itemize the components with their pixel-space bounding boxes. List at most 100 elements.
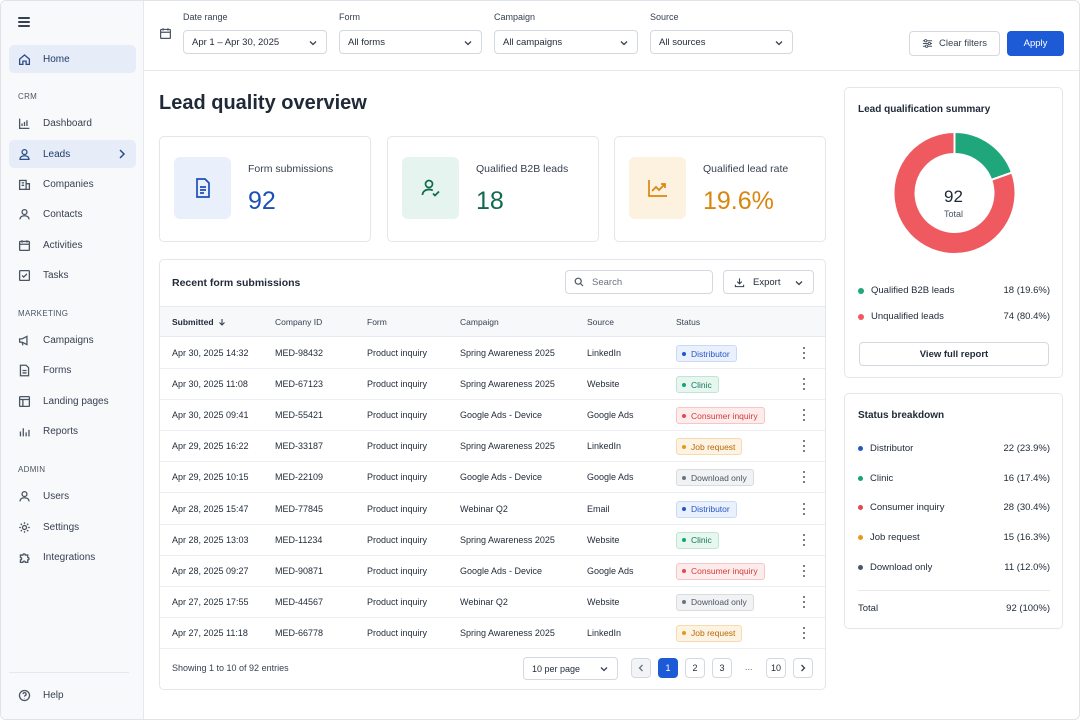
page-button-2[interactable]: 2: [685, 658, 705, 678]
status-badge: Consumer inquiry: [676, 407, 765, 425]
sidebar-item-label: Companies: [43, 178, 94, 190]
table-title: Recent form submissions: [172, 277, 301, 289]
sidebar-item-label: Forms: [43, 364, 72, 376]
section-marketing: MARKETING: [18, 309, 69, 318]
per-page-select[interactable]: 10 per page: [523, 657, 618, 680]
building-icon: [17, 177, 31, 191]
status-label: Download only: [691, 597, 747, 608]
kpi-label: Qualified lead rate: [703, 163, 789, 175]
cell-company-id: MED-98432: [275, 348, 324, 358]
clear-filters-button[interactable]: Clear filters: [909, 31, 1000, 56]
table-row[interactable]: Apr 30, 2025 11:08 MED-67123 Product inqui…: [160, 369, 825, 401]
cell-submitted: Apr 28, 2025 09:27: [172, 565, 249, 576]
view-full-report-button[interactable]: View full report: [859, 342, 1049, 366]
megaphone-icon: [17, 333, 31, 347]
source-select[interactable]: All sources: [650, 30, 793, 54]
page-button-1[interactable]: 1: [658, 658, 678, 678]
table-row[interactable]: Apr 27, 2025 11:18 MED-66778 Product inqui…: [160, 618, 825, 649]
table-row[interactable]: Apr 29, 2025 10:15 MED-22109 Product inqui…: [160, 462, 825, 494]
apply-button[interactable]: Apply: [1007, 31, 1064, 56]
sidebar-item-leads[interactable]: Leads: [9, 140, 136, 168]
chevron-down-icon: [620, 41, 628, 46]
page-button-3[interactable]: 3: [712, 658, 732, 678]
sidebar-item-tasks[interactable]: Tasks: [9, 261, 136, 289]
sidebar-divider: [9, 672, 129, 673]
sidebar-item-settings[interactable]: Settings: [9, 513, 136, 541]
search-input[interactable]: [592, 276, 702, 288]
sidebar-item-home[interactable]: Home: [9, 45, 136, 73]
cell-submitted: Apr 27, 2025 17:55: [172, 596, 249, 607]
cell-company-id: MED-33187: [275, 441, 324, 452]
sidebar-item-help[interactable]: Help: [9, 681, 136, 709]
sidebar-item-reports[interactable]: Reports: [9, 417, 136, 445]
kpi-value: 18: [476, 187, 504, 215]
cell-form: Product inquiry: [367, 503, 428, 514]
date-range-label: Date range: [183, 12, 228, 22]
more-vertical-icon[interactable]: [801, 346, 807, 360]
more-vertical-icon[interactable]: [801, 564, 807, 578]
arrow-down-icon: [218, 319, 225, 326]
status-dot: [682, 600, 686, 605]
sidebar-item-label: Tasks: [43, 269, 69, 281]
more-vertical-icon[interactable]: [801, 533, 807, 547]
campaign-select[interactable]: All campaigns: [494, 30, 638, 54]
table-row[interactable]: Apr 28, 2025 09:27 MED-90871 Product inqui…: [160, 556, 825, 587]
status-label: Download only: [691, 472, 747, 483]
sidebar-item-campaigns[interactable]: Campaigns: [9, 326, 136, 354]
sidebar-item-activities[interactable]: Activities: [9, 231, 136, 259]
per-page-value: 10 per page: [532, 663, 581, 674]
column-header-submitted[interactable]: Submitted: [172, 317, 226, 327]
sliders-icon: [922, 39, 933, 48]
table-row[interactable]: Apr 30, 2025 09:41 MED-55421 Product inqui…: [160, 400, 825, 432]
document-icon: [195, 178, 210, 198]
kpi-icon-bg: [174, 157, 231, 219]
sidebar-item-companies[interactable]: Companies: [9, 170, 136, 198]
table-row[interactable]: Apr 28, 2025 15:47 MED-77845 Product inqui…: [160, 494, 825, 525]
export-button[interactable]: Export: [723, 270, 814, 294]
legend-label: Qualified B2B leads: [871, 285, 955, 296]
more-vertical-icon[interactable]: [801, 626, 807, 640]
sidebar-item-landing-pages[interactable]: Landing pages: [9, 387, 136, 415]
cell-source: Email: [587, 503, 610, 514]
more-vertical-icon[interactable]: [801, 408, 807, 422]
menu-icon[interactable]: [18, 17, 30, 27]
table-row[interactable]: Apr 30, 2025 14:32 MED-98432 Product inqui…: [160, 338, 825, 369]
date-range-select[interactable]: Apr 1 – Apr 30, 2025: [183, 30, 327, 54]
sidebar-item-label: Settings: [43, 521, 80, 533]
table-header: Submitted Company ID Form Campaign Sourc…: [160, 306, 825, 337]
status-dot: [682, 538, 686, 543]
sidebar-item-users[interactable]: Users: [9, 482, 136, 510]
more-vertical-icon[interactable]: [801, 595, 807, 609]
breakdown-title: Status breakdown: [858, 410, 945, 421]
page-button-10[interactable]: 10: [766, 658, 786, 678]
table-row[interactable]: Apr 29, 2025 16:22 MED-33187 Product inqui…: [160, 431, 825, 463]
more-vertical-icon[interactable]: [801, 502, 807, 516]
prev-page-button[interactable]: [631, 658, 651, 678]
sidebar-item-forms[interactable]: Forms: [9, 356, 136, 384]
sidebar-item-contacts[interactable]: Contacts: [9, 200, 136, 228]
sidebar-item-integrations[interactable]: Integrations: [9, 543, 136, 571]
sidebar-item-label: Reports: [43, 425, 79, 437]
more-vertical-icon[interactable]: [801, 439, 807, 453]
kpi-card-qualified-leads: Qualified B2B leads 18: [387, 136, 599, 242]
cell-source: Google Ads: [587, 565, 634, 576]
search-box[interactable]: [565, 270, 713, 294]
breakdown-value: 16 (17.4%): [1003, 472, 1050, 484]
more-vertical-icon[interactable]: [801, 377, 807, 391]
chevron-down-icon: [464, 41, 472, 46]
status-dot: [682, 413, 686, 418]
legend-label: Unqualified leads: [871, 311, 944, 322]
cell-campaign: Google Ads - Device: [460, 410, 543, 421]
status-dot: [682, 507, 686, 511]
table-row[interactable]: Apr 27, 2025 17:55 MED-44567 Product inqui…: [160, 587, 825, 618]
status-badge: Download only: [676, 593, 754, 611]
date-range-filter: Date range Apr 1 – Apr 30, 2025: [183, 12, 327, 54]
form-select[interactable]: All forms: [339, 30, 482, 54]
cell-campaign: Spring Awareness 2025: [460, 379, 555, 390]
sidebar-item-label: Campaigns: [43, 334, 94, 346]
next-page-button[interactable]: [793, 658, 813, 678]
more-vertical-icon[interactable]: [801, 470, 807, 484]
cell-campaign: Webinar Q2: [460, 503, 508, 514]
table-row[interactable]: Apr 28, 2025 13:03 MED-11234 Product inqui…: [160, 525, 825, 556]
sidebar-item-dashboard[interactable]: Dashboard: [9, 109, 136, 137]
